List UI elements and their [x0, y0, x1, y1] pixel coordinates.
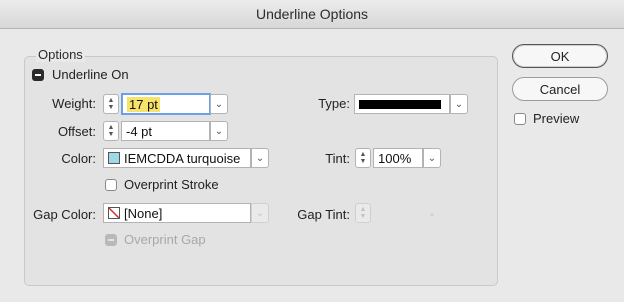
gap-tint-label: Gap Tint: — [297, 207, 350, 222]
chevron-down-icon: ⌄ — [214, 98, 224, 110]
type-label: Type: — [318, 96, 350, 111]
chevron-up-icon: ▲ — [107, 97, 115, 104]
type-dropdown-button[interactable]: ⌄ — [450, 94, 468, 114]
color-swatch — [108, 152, 120, 164]
gap-color-value: [None] — [124, 205, 163, 221]
chevron-down-icon: ▼ — [107, 104, 115, 111]
gap-color-label: Gap Color: — [33, 207, 96, 222]
offset-input[interactable]: -4 pt — [121, 121, 210, 141]
offset-label: Offset: — [57, 124, 96, 139]
color-label: Color: — [61, 151, 96, 166]
gap-color-select[interactable]: [None] — [103, 203, 251, 223]
chevron-down-icon: ⌄ — [454, 98, 464, 110]
gap-color-dropdown-button[interactable]: ⌄ — [251, 203, 269, 223]
color-value: IEMCDDA turquoise — [124, 150, 241, 166]
preview-label: Preview — [533, 111, 580, 126]
underline-on-checkbox[interactable] — [32, 69, 44, 81]
chevron-down-icon: ▼ — [107, 131, 115, 138]
tint-label: Tint: — [325, 151, 350, 166]
tint-value: 100% — [378, 150, 412, 166]
offset-dropdown-button[interactable]: ⌄ — [210, 121, 228, 141]
options-group — [24, 56, 498, 286]
offset-value: -4 pt — [126, 123, 153, 139]
tint-stepper[interactable]: ▲ ▼ — [355, 148, 371, 168]
weight-input[interactable]: 17 pt — [121, 93, 211, 115]
chevron-down-icon: ⌄ — [427, 207, 437, 219]
type-select[interactable] — [354, 94, 450, 114]
underline-on-label: Underline On — [52, 67, 129, 82]
overprint-gap-checkbox[interactable] — [105, 234, 117, 246]
cancel-button-label: Cancel — [539, 81, 581, 97]
chevron-down-icon: ⌄ — [427, 152, 437, 164]
color-dropdown-button[interactable]: ⌄ — [251, 148, 269, 168]
chevron-down-icon: ▼ — [359, 213, 367, 220]
weight-dropdown-button[interactable]: ⌄ — [210, 94, 228, 114]
chevron-up-icon: ▲ — [359, 151, 367, 158]
chevron-down-icon: ⌄ — [255, 207, 265, 219]
chevron-down-icon: ⌄ — [255, 152, 265, 164]
overprint-stroke-label: Overprint Stroke — [124, 177, 219, 192]
chevron-up-icon: ▲ — [107, 124, 115, 131]
weight-value: 17 pt — [127, 96, 160, 112]
title-bar: Underline Options — [0, 0, 624, 29]
overprint-gap-label: Overprint Gap — [124, 232, 206, 247]
ok-button[interactable]: OK — [512, 44, 608, 68]
chevron-up-icon: ▲ — [359, 206, 367, 213]
chevron-down-icon: ⌄ — [214, 125, 224, 137]
tint-dropdown-button[interactable]: ⌄ — [423, 148, 441, 168]
preview-checkbox[interactable] — [514, 113, 526, 125]
options-group-label: Options — [36, 47, 85, 62]
chevron-down-icon: ▼ — [359, 158, 367, 165]
cancel-button[interactable]: Cancel — [512, 77, 608, 101]
weight-label: Weight: — [52, 96, 96, 111]
color-select[interactable]: IEMCDDA turquoise — [103, 148, 251, 168]
tint-input[interactable]: 100% — [373, 148, 423, 168]
window-title: Underline Options — [255, 6, 369, 22]
offset-stepper[interactable]: ▲ ▼ — [103, 121, 119, 141]
ok-button-label: OK — [550, 48, 570, 64]
gap-tint-stepper[interactable]: ▲ ▼ — [355, 203, 371, 223]
overprint-stroke-checkbox[interactable] — [105, 179, 117, 191]
gap-tint-dropdown-button[interactable]: ⌄ — [423, 203, 441, 223]
gap-tint-input[interactable] — [373, 203, 423, 223]
solid-line-sample — [359, 99, 441, 109]
weight-stepper[interactable]: ▲ ▼ — [103, 94, 119, 114]
none-swatch-icon — [108, 207, 120, 219]
